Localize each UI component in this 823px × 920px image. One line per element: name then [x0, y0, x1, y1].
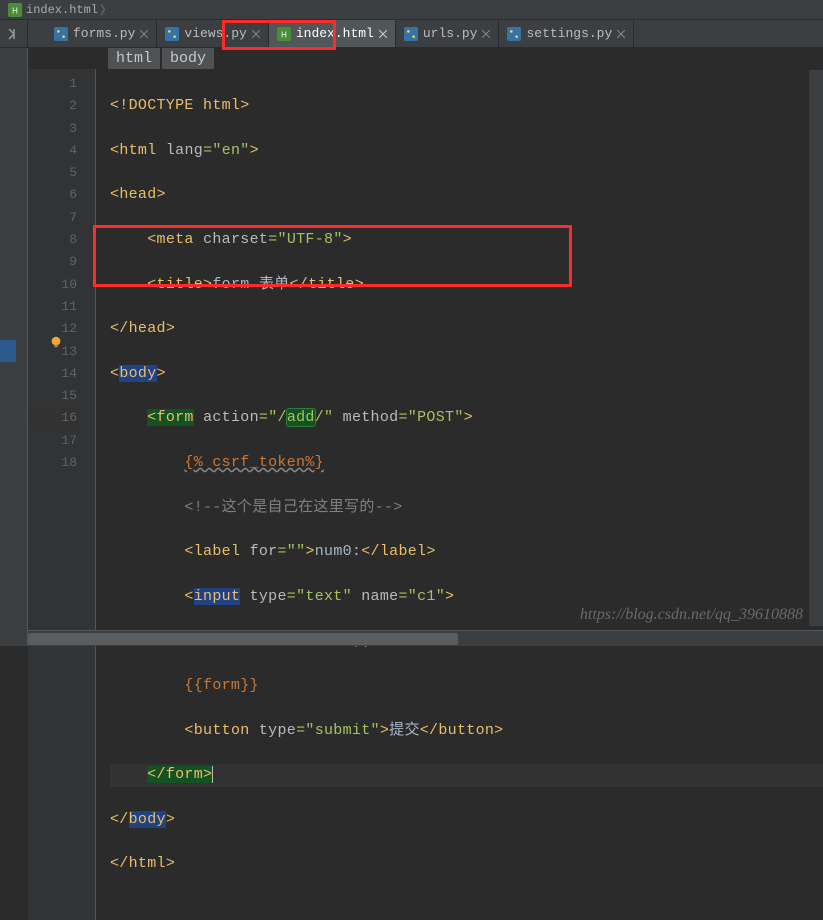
- close-icon[interactable]: [140, 30, 148, 38]
- python-file-icon: [404, 27, 418, 41]
- left-gutter: [0, 48, 28, 646]
- collapse-icon: [7, 27, 21, 41]
- tab-forms[interactable]: forms.py: [46, 20, 157, 47]
- editor: html body 1 2 3 4 5 6 7 8 9 10 11 12 13 …: [28, 48, 823, 646]
- annotation-red-box-code: [93, 225, 572, 287]
- tab-label: urls.py: [423, 26, 478, 41]
- tab-label: forms.py: [73, 26, 135, 41]
- structure-breadcrumb: html body: [28, 48, 823, 69]
- python-file-icon: [165, 27, 179, 41]
- horizontal-scrollbar[interactable]: [28, 630, 823, 646]
- scrollbar-thumb[interactable]: [28, 633, 458, 645]
- close-icon[interactable]: [617, 30, 625, 38]
- struct-body[interactable]: body: [162, 48, 214, 69]
- tab-settings[interactable]: settings.py: [499, 20, 634, 47]
- editor-tabs: forms.py views.py H index.html urls.py s…: [0, 20, 823, 48]
- struct-html[interactable]: html: [108, 48, 160, 69]
- tab-urls[interactable]: urls.py: [396, 20, 500, 47]
- code-content[interactable]: <!DOCTYPE html> <html lang="en"> <head> …: [96, 69, 823, 920]
- python-file-icon: [507, 27, 521, 41]
- intention-bulb-icon[interactable]: [49, 335, 63, 349]
- python-file-icon: [54, 27, 68, 41]
- tool-window-marker: [0, 340, 16, 362]
- annotation-red-box-tab: [222, 20, 336, 50]
- html-file-icon: H: [8, 3, 22, 17]
- close-icon[interactable]: [482, 30, 490, 38]
- svg-text:H: H: [12, 6, 18, 15]
- breadcrumb: H index.html 〉: [0, 0, 823, 20]
- vertical-scrollbar[interactable]: [809, 70, 823, 626]
- breadcrumb-file[interactable]: index.html: [26, 3, 98, 17]
- breadcrumb-chevron-icon: 〉: [100, 1, 112, 18]
- watermark-text: https://blog.csdn.net/qq_39610888: [580, 606, 803, 624]
- close-icon[interactable]: [379, 30, 387, 38]
- line-gutter: 1 2 3 4 5 6 7 8 9 10 11 12 13 14 15 16 1…: [28, 69, 96, 920]
- tab-label: settings.py: [526, 26, 612, 41]
- project-tool-button[interactable]: [0, 20, 28, 47]
